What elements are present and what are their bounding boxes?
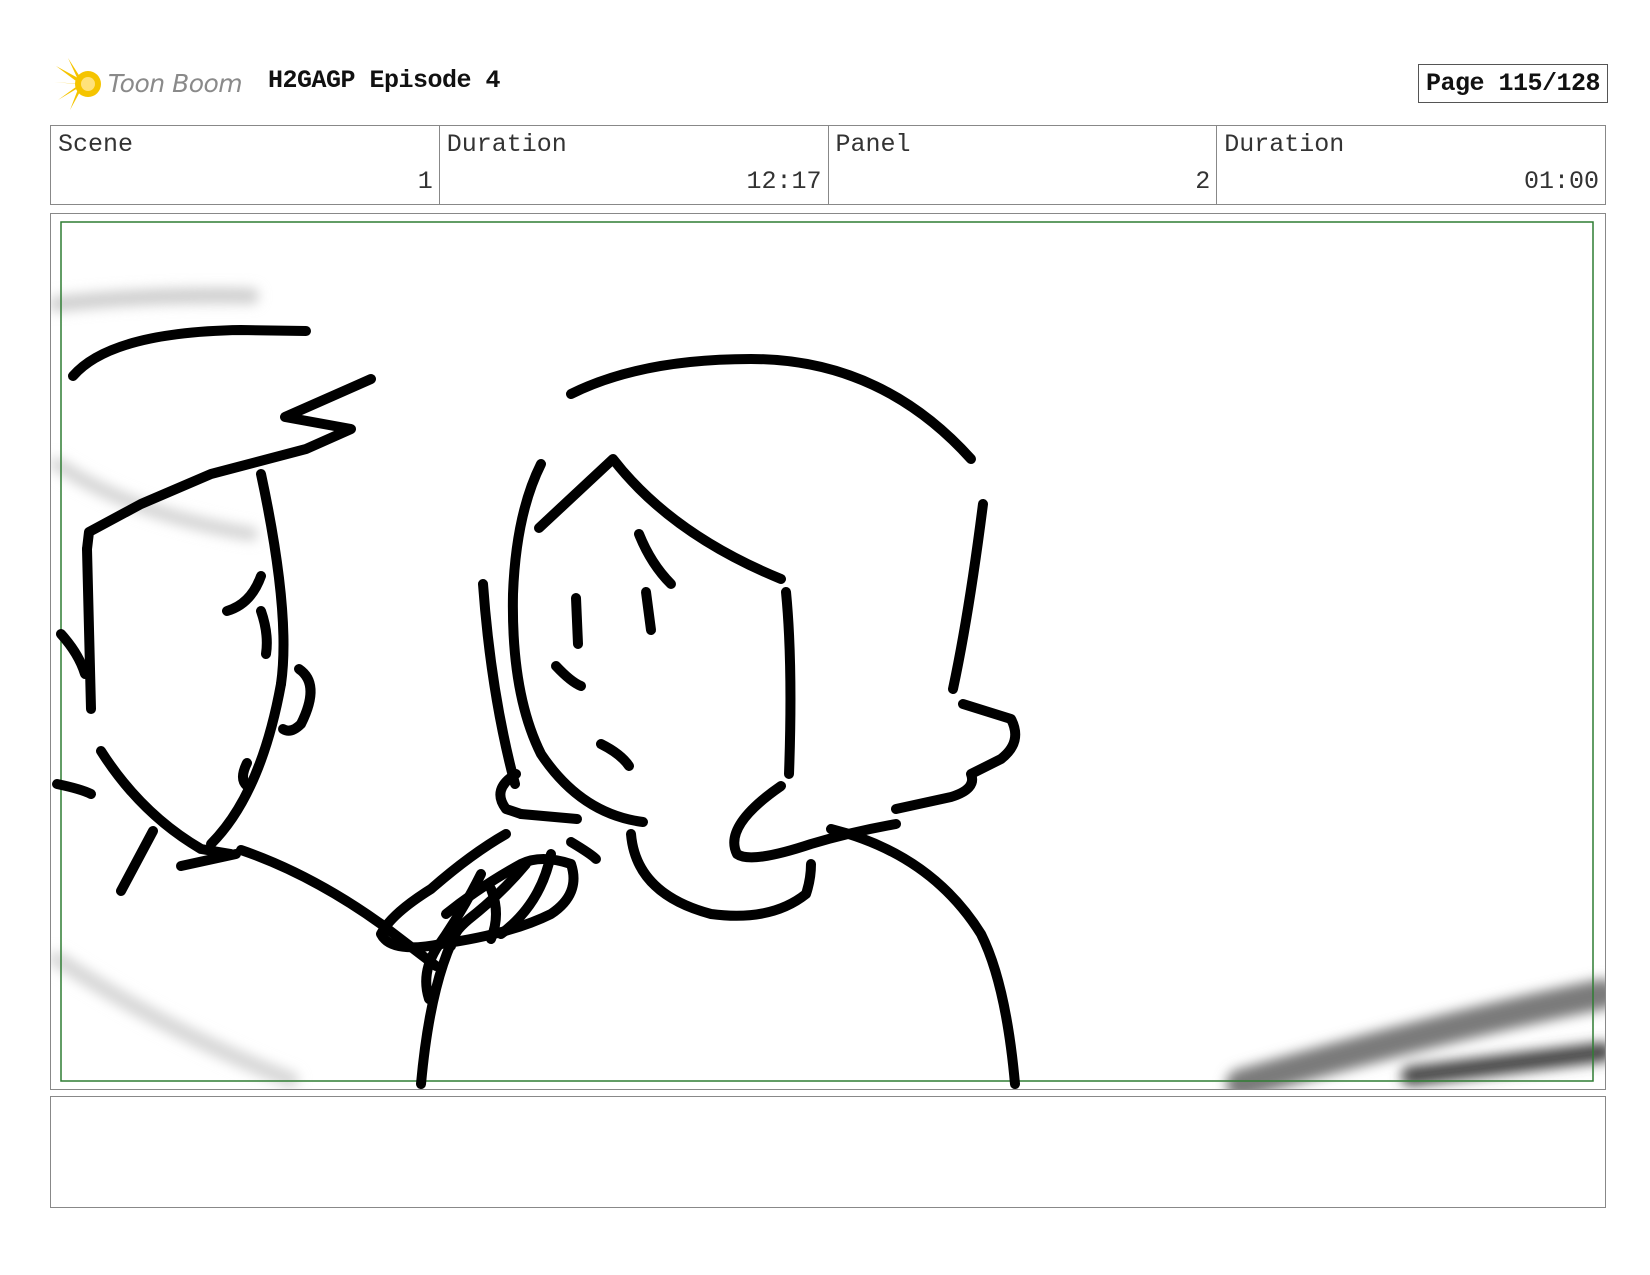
scene-label: Scene [58, 130, 134, 159]
scene-info-bar: Scene 1 Duration 12:17 Panel 2 Duration … [50, 125, 1606, 205]
panel-label: Panel [835, 130, 911, 159]
storyboard-sketch [51, 221, 1605, 1089]
scene-value: 1 [417, 167, 433, 196]
project-title: H2GAGP Episode 4 [268, 66, 501, 95]
scene-duration-cell: Duration 12:17 [440, 126, 829, 204]
safe-frame [60, 221, 1594, 1082]
scene-duration-value: 12:17 [746, 167, 822, 196]
panel-cell: Panel 2 [829, 126, 1218, 204]
toon-boom-logo: Toon Boom [52, 56, 252, 112]
panel-duration-label: Duration [1224, 130, 1345, 159]
storyboard-header: Toon Boom H2GAGP Episode 4 Page 115/128 [52, 52, 1608, 112]
scene-duration-label: Duration [446, 130, 567, 159]
panel-duration-cell: Duration 01:00 [1217, 126, 1605, 204]
panel-duration-value: 01:00 [1523, 167, 1599, 196]
starburst-icon [54, 58, 101, 110]
panel-notes-box [50, 1096, 1606, 1208]
boy-character-sketch [52, 325, 441, 971]
page-number: Page 115/128 [1417, 64, 1608, 103]
panel-image-frame [50, 213, 1606, 1090]
logo-text: Toon Boom [108, 69, 243, 98]
scene-cell: Scene 1 [51, 126, 440, 204]
panel-value: 2 [1195, 167, 1211, 196]
girl-character-sketch [478, 354, 1021, 1089]
hand-scribble-sketch [376, 769, 601, 1089]
